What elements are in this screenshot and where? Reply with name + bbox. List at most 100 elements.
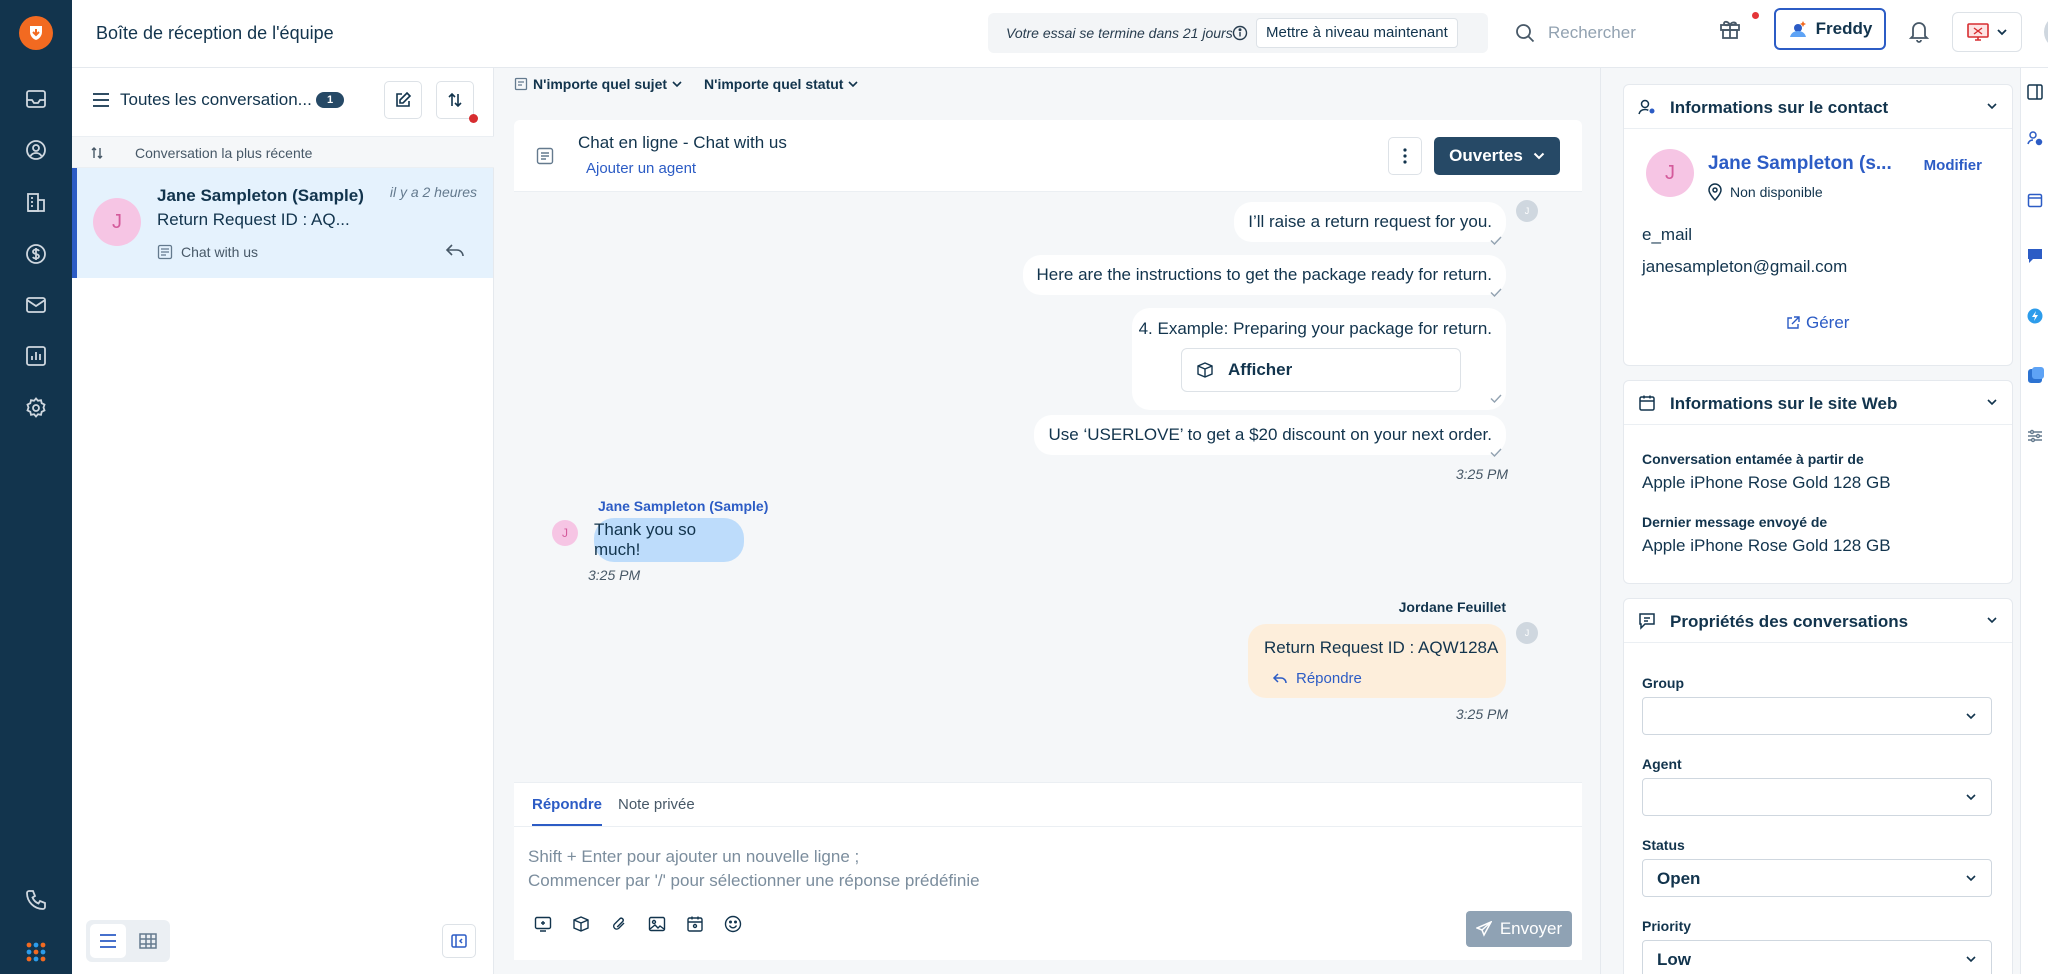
settings-icon[interactable] [22,394,50,422]
chat-title: Chat en ligne - Chat with us [578,133,787,152]
info-icon[interactable] [1232,25,1248,41]
apps-grid-icon[interactable] [22,938,50,966]
card-header[interactable]: Propriétés des conversations [1624,599,2012,643]
app-logo[interactable] [19,16,53,50]
last-message-value: Apple iPhone Rose Gold 128 GB [1642,536,1891,555]
compose-icon [394,91,412,109]
incoming-message-bubble: Thank you so much! [594,518,744,562]
more-options-button[interactable] [1388,137,1422,175]
chevron-down-icon [1986,616,1998,624]
bell-icon[interactable] [1908,19,1930,43]
message-text: Return Request ID : AQW128A [1264,638,1499,657]
inbox-icon[interactable] [22,85,50,113]
reply-button[interactable]: Répondre [1272,670,1362,687]
calendar-icon[interactable] [686,915,704,933]
collapse-panel-button[interactable] [442,924,476,958]
emoji-icon[interactable] [724,915,742,933]
calendar-icon [1638,394,1656,412]
article-icon[interactable] [572,915,590,933]
compose-button[interactable] [384,81,422,119]
subject-icon [514,77,528,91]
attachment-icon[interactable] [610,915,628,933]
placeholder-line: Shift + Enter pour ajouter un nouvelle l… [528,847,860,866]
contact-icon[interactable] [2027,130,2043,146]
trial-banner: Votre essai se termine dans 21 jours Met… [988,13,1488,53]
deals-icon[interactable] [22,240,50,268]
subject-filter[interactable]: N'importe quel sujet [514,76,682,92]
email-value[interactable]: janesampleton@gmail.com [1642,257,1847,277]
image-icon[interactable] [648,915,666,933]
card-title: Propriétés des conversations [1670,612,1909,631]
chat-panel: Chat en ligne - Chat with us Ajouter un … [514,120,1582,960]
app-icon[interactable] [2027,366,2045,384]
card-title: Informations sur le site Web [1670,394,1898,413]
status-select[interactable]: Open [1642,859,1992,897]
agent-select[interactable] [1642,778,1992,816]
companies-icon[interactable] [22,188,50,216]
chevron-down-icon [1533,152,1545,160]
view-title[interactable]: Toutes les conversation... [120,90,312,110]
card-header[interactable]: Informations sur le contact [1624,85,2012,129]
bolt-icon[interactable] [2027,308,2043,324]
priority-select[interactable]: Low [1642,940,1992,974]
list-view-button[interactable] [90,924,126,958]
status-filter[interactable]: N'importe quel statut [704,76,859,92]
reports-icon[interactable] [22,342,50,370]
sort-button[interactable] [436,81,474,119]
check-icon [1490,236,1502,245]
chat-widget-icon [536,147,554,165]
chat-widget-icon [157,244,173,260]
send-label: Envoyer [1499,919,1563,938]
group-select[interactable] [1642,697,1992,735]
tab-private-note[interactable]: Note privée [618,796,695,813]
user-avatar[interactable]: J [2044,15,2048,49]
message-input[interactable]: Shift + Enter pour ajouter un nouvelle l… [528,845,980,893]
conversation-status-button[interactable]: Ouvertes [1434,137,1560,175]
card-header[interactable]: Informations sur le site Web [1624,381,2012,425]
table-view-button[interactable] [130,924,166,958]
reply-label: Répondre [1296,670,1362,687]
manage-link[interactable]: Gérer [1786,313,1849,333]
phone-icon[interactable] [22,886,50,914]
outgoing-message-bubble: Return Request ID : AQW128A Répondre [1248,624,1506,698]
reply-icon[interactable] [445,242,465,258]
message-timestamp: 3:25 PM [1455,706,1508,722]
sender-name: Jane Sampleton (Sample) [598,498,769,514]
view-article-button[interactable]: Afficher [1181,348,1461,392]
card-title: Informations sur le contact [1670,98,1889,117]
placeholder-line: Commencer par '/' pour sélectionner une … [528,871,980,890]
contact-icon [1638,98,1656,116]
agent-name: Jordane Feuillet [1398,599,1506,615]
edit-contact-link[interactable]: Modifier [1924,157,1982,174]
mail-icon[interactable] [22,291,50,319]
freddy-button[interactable]: Freddy [1774,8,1886,50]
channel-name: Chat with us [181,244,259,260]
calendar-icon[interactable] [2027,192,2043,208]
search-box[interactable]: Rechercher [1514,13,1710,53]
notification-dot [1752,12,1759,19]
panel-toggle-icon[interactable] [2027,84,2043,100]
message-bubble: I’ll raise a return request for you. [1234,202,1506,242]
tab-reply[interactable]: Répondre [532,796,603,826]
hamburger-icon[interactable] [92,92,110,108]
gift-icon[interactable] [1718,17,1742,41]
side-rail [2020,68,2048,974]
message-bubble: Here are the instructions to get the pac… [1022,255,1506,295]
contacts-icon[interactable] [22,136,50,164]
send-button[interactable]: Envoyer [1466,911,1572,947]
sliders-icon[interactable] [2027,428,2043,444]
view-toggle [86,920,170,962]
upgrade-button[interactable]: Mettre à niveau maintenant [1256,18,1458,48]
sort-row[interactable]: Conversation la plus récente [72,136,494,168]
message-timestamp: 3:25 PM [1455,466,1508,482]
contact-name[interactable]: Jane Sampleton (s... [1708,153,1892,175]
kebab-icon [1403,148,1407,164]
chevron-down-icon [1965,874,1977,882]
composer-tabs: Répondre Note privée [514,783,1582,827]
canned-response-icon[interactable] [534,915,552,933]
chevron-down-icon [1986,102,1998,110]
chat-bubble-icon[interactable] [2027,248,2043,264]
channel-status-dropdown[interactable] [1952,12,2022,52]
conversation-item[interactable]: J Jane Sampleton (Sample) il y a 2 heure… [72,168,493,278]
add-agent-link[interactable]: Ajouter un agent [586,160,696,177]
